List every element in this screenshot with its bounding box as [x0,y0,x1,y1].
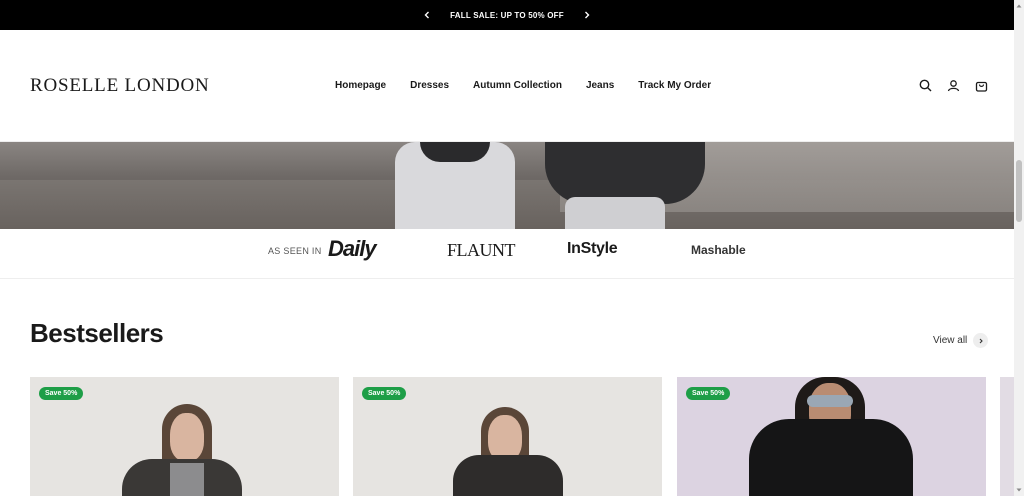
model-puffer-jacket [749,419,913,496]
press-strip: AS SEEN IN Daily FLAUNT InStyle Mashable [0,229,1014,279]
hero-model-dark-coat [545,142,705,204]
nav-item-jeans[interactable]: Jeans [586,80,614,91]
page-scrollbar[interactable] [1014,0,1024,496]
scroll-up-icon[interactable] [1016,3,1022,9]
main-nav: Homepage Dresses Autumn Collection Jeans… [335,80,711,91]
account-icon[interactable] [946,78,960,92]
model-coat [453,455,563,496]
model-sunglasses [807,395,853,407]
scrollbar-thumb[interactable] [1016,160,1022,222]
page: FALL SALE: UP TO 50% OFF ROSELLE LONDON … [0,0,1024,496]
announcement-bar: FALL SALE: UP TO 50% OFF [0,0,1014,30]
announcement-text[interactable]: FALL SALE: UP TO 50% OFF [450,11,564,20]
section-title: Bestsellers [30,318,164,348]
view-all-link[interactable]: View all [933,333,989,348]
hero-model-trousers [565,197,665,229]
nav-item-autumn-collection[interactable]: Autumn Collection [473,80,562,91]
site-logo[interactable]: ROSELLE LONDON [30,75,210,97]
press-logo-daily: Daily [328,236,377,261]
hero-image [0,142,1014,229]
product-card[interactable]: Save 50% [677,377,986,496]
cart-icon[interactable] [974,78,988,92]
chevron-left-icon[interactable] [420,8,434,22]
hero-model-hair [420,142,490,162]
chevron-right-icon[interactable] [580,8,594,22]
nav-item-dresses[interactable]: Dresses [410,80,449,91]
header-icons [918,78,988,92]
product-card[interactable]: Save 50% [353,377,662,496]
view-all-label[interactable]: View all [933,335,967,346]
product-card-partial[interactable] [1000,377,1014,496]
site-header: ROSELLE LONDON Homepage Dresses Autumn C… [0,30,1014,142]
model-face [170,413,204,461]
scroll-down-icon[interactable] [1016,487,1022,493]
chevron-right-icon[interactable] [973,333,989,348]
press-logo-mashable: Mashable [691,243,746,257]
nav-item-track-my-order[interactable]: Track My Order [638,80,711,91]
sale-badge: Save 50% [362,387,407,400]
nav-item-homepage[interactable]: Homepage [335,80,386,91]
press-logo-instyle: InStyle [567,240,618,257]
sale-badge: Save 50% [39,387,84,400]
search-icon[interactable] [918,78,932,92]
product-card[interactable]: Save 50% [30,377,339,496]
as-seen-in-label: AS SEEN IN [268,246,322,256]
model-shirt [170,463,204,496]
sale-badge: Save 50% [686,387,731,400]
press-logo-flaunt: FLAUNT [447,240,516,260]
